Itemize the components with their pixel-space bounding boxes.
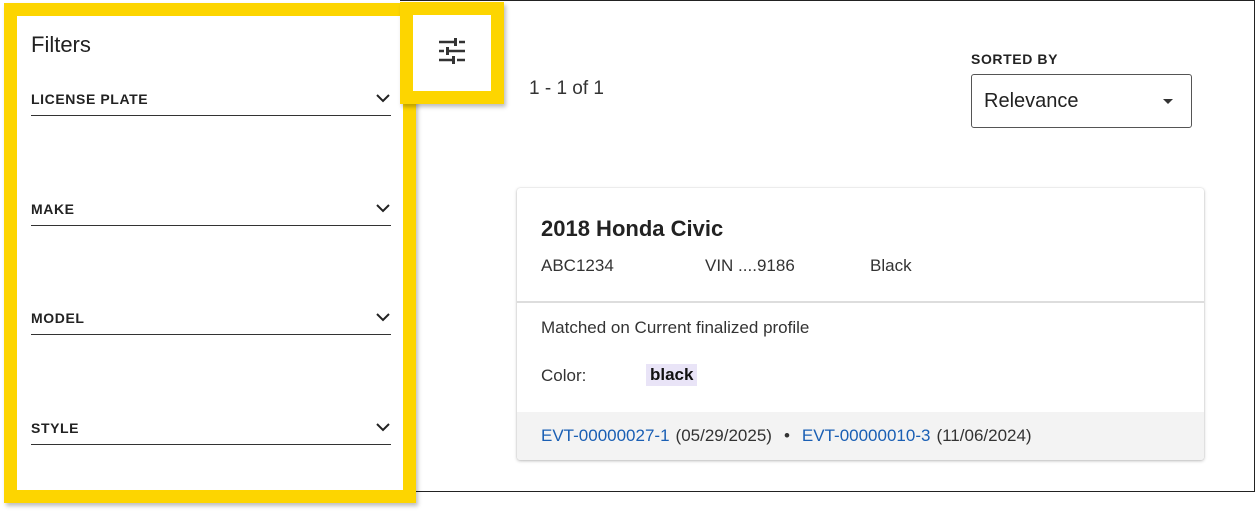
filter-label: MAKE [31, 200, 75, 217]
filter-make[interactable]: MAKE [31, 192, 391, 226]
caret-down-icon [1163, 98, 1173, 104]
filter-license-plate[interactable]: LICENSE PLATE [31, 82, 391, 116]
app-stage: Filters LICENSE PLATE MAKE MODEL STYLE 1… [0, 0, 1259, 513]
color-label: Color: [541, 366, 587, 385]
vin-value: VIN ....9186 [705, 256, 795, 275]
event-date: (05/29/2025) [675, 426, 772, 445]
card-divider [517, 301, 1204, 303]
chevron-down-icon [375, 420, 391, 436]
filter-label: MODEL [31, 309, 85, 326]
tune-icon [438, 37, 466, 69]
filter-toggle-button[interactable] [400, 2, 504, 104]
filters-title: Filters [31, 32, 91, 57]
filters-panel: Filters LICENSE PLATE MAKE MODEL STYLE [4, 3, 416, 503]
results-count: 1 - 1 of 1 [529, 78, 604, 99]
chevron-down-icon [375, 91, 391, 107]
filter-model[interactable]: MODEL [31, 301, 391, 335]
filter-label: LICENSE PLATE [31, 90, 149, 107]
vehicle-color-value: Black [870, 256, 912, 275]
sort-value: Relevance [984, 89, 1079, 112]
filter-label: STYLE [31, 419, 80, 436]
filter-style[interactable]: STYLE [31, 411, 391, 445]
vehicle-result-card[interactable]: 2018 Honda Civic ABC1234 VIN ....9186 Bl… [517, 188, 1204, 460]
event-date: (11/06/2024) [936, 426, 1032, 445]
sort-select[interactable]: Relevance [971, 74, 1192, 128]
color-match-chip: black [646, 364, 698, 386]
chevron-down-icon [375, 201, 391, 217]
license-plate-value: ABC1234 [541, 256, 614, 275]
event-link[interactable]: EVT-00000010-3 [802, 426, 931, 446]
match-description: Matched on Current finalized profile [541, 318, 810, 337]
chevron-down-icon [375, 310, 391, 326]
sort-label: SORTED BY [971, 51, 1059, 67]
separator: • [783, 426, 790, 445]
card-footer: EVT-00000027-1 (05/29/2025) • EVT-000000… [517, 412, 1204, 460]
vehicle-title: 2018 Honda Civic [541, 216, 724, 241]
event-link[interactable]: EVT-00000027-1 [541, 426, 670, 446]
